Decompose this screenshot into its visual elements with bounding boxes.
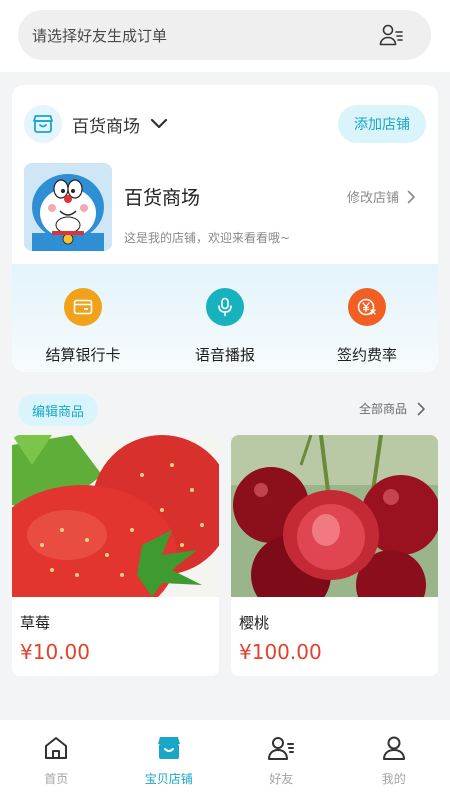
product-card[interactable]: 樱桃 ¥100.00 <box>231 435 438 676</box>
product-image-cherry <box>231 435 438 620</box>
store-title: 百货商场 <box>124 187 201 209</box>
tab-store[interactable]: 宝贝店铺 <box>113 720 226 800</box>
product-name: 樱桃 <box>239 614 270 632</box>
microphone-icon <box>206 288 244 326</box>
edit-store-link[interactable]: 修改店铺 <box>347 187 416 206</box>
edit-goods-button[interactable]: 编辑商品 <box>18 394 98 426</box>
product-price: ¥100.00 <box>239 640 322 664</box>
friend-search-bar[interactable]: 请选择好友生成订单 <box>18 10 431 60</box>
service-bank-card[interactable]: 结算银行卡 <box>12 264 154 372</box>
tab-label: 首页 <box>44 772 69 786</box>
chevron-down-icon <box>150 118 168 129</box>
add-store-button[interactable]: 添加店铺 <box>338 105 426 143</box>
user-icon <box>382 736 405 760</box>
tab-me[interactable]: 我的 <box>338 720 450 800</box>
all-goods-link[interactable]: 全部商品 <box>359 400 426 417</box>
friends-icon <box>268 737 295 760</box>
product-name: 草莓 <box>20 614 51 632</box>
product-price: ¥10.00 <box>20 640 90 664</box>
service-label: 签约费率 <box>336 346 397 364</box>
edit-store-label: 修改店铺 <box>346 191 399 206</box>
tab-friends[interactable]: 好友 <box>225 720 338 800</box>
all-goods-label: 全部商品 <box>358 402 407 416</box>
chevron-right-icon <box>417 402 425 415</box>
store-icon <box>157 737 180 759</box>
chevron-right-icon <box>407 190 415 203</box>
store-description: 这是我的店铺，欢迎来看看哦~ <box>124 231 291 245</box>
product-card[interactable]: 草莓 ¥10.00 <box>12 435 219 676</box>
friend-list-icon[interactable] <box>379 24 403 46</box>
yen-rate-icon <box>348 288 386 326</box>
service-label: 语音播报 <box>194 346 255 364</box>
product-image-strawberry <box>12 435 219 625</box>
store-avatar[interactable] <box>24 163 112 251</box>
store-dropdown-label: 百货商场 <box>72 116 140 137</box>
bank-card-icon <box>64 288 102 326</box>
store-selector[interactable]: 百货商场 <box>24 105 168 143</box>
top-bar: 请选择好友生成订单 <box>0 0 450 72</box>
service-signing-rate[interactable]: 签约费率 <box>296 264 438 372</box>
search-placeholder: 请选择好友生成订单 <box>32 26 168 45</box>
tab-label: 我的 <box>381 772 406 786</box>
tab-label: 宝贝店铺 <box>144 772 193 786</box>
products-header: 编辑商品 全部商品 <box>12 392 438 428</box>
home-icon <box>45 737 68 759</box>
service-voice-broadcast[interactable]: 语音播报 <box>154 264 296 372</box>
store-card: 百货商场 添加店铺 百货商场 这是我的店铺，欢迎来看看哦~ 修改店铺 结算银行卡… <box>12 85 438 372</box>
store-logo-icon <box>24 105 62 143</box>
service-shortcuts: 结算银行卡 语音播报 签约费率 <box>12 264 438 372</box>
tab-label: 好友 <box>269 772 294 786</box>
tab-home[interactable]: 首页 <box>0 720 113 800</box>
service-label: 结算银行卡 <box>45 346 121 364</box>
bottom-tab-bar: 首页 宝贝店铺 好友 我的 <box>0 720 450 800</box>
